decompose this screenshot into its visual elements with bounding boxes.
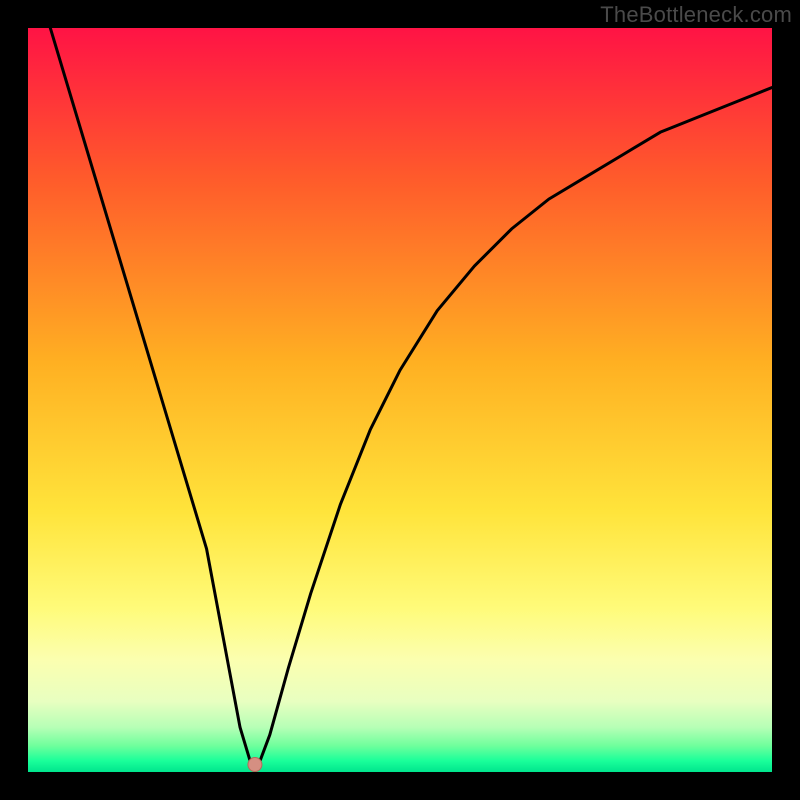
chart-svg bbox=[28, 28, 772, 772]
watermark-text: TheBottleneck.com bbox=[600, 2, 792, 28]
plot-area bbox=[28, 28, 772, 772]
minimum-marker bbox=[248, 758, 262, 772]
chart-frame: TheBottleneck.com bbox=[0, 0, 800, 800]
gradient-background bbox=[28, 28, 772, 772]
